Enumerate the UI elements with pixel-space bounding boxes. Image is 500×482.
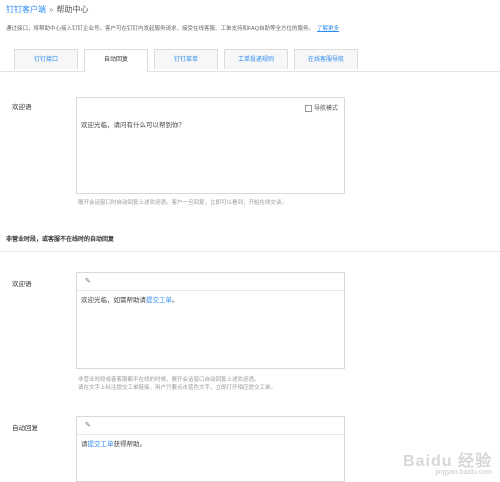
section-divider <box>0 251 500 252</box>
auto-reply-label: 自动回复 <box>12 425 38 432</box>
editor-toolbar: ✎ <box>77 273 344 291</box>
submit-ticket-link[interactable]: 提交工单 <box>146 297 172 304</box>
watermark: Baidu 经验 jingyan.baidu.com <box>403 447 492 476</box>
tab-dingtalk-api[interactable]: 钉钉接口 <box>14 49 78 69</box>
offhours-greeting-post: 。 <box>172 297 179 304</box>
offhours-hint-2: 请在文字上标注提交工单链接，用户只要点击蓝色文字，立即打开相应提交工单。 <box>78 385 277 391</box>
breadcrumb: 钉钉客户端» 帮助中心 <box>6 4 88 15</box>
greeting-text: 欢迎光临，请问有什么可以帮到你？ <box>81 122 185 129</box>
nav-mode-label: 导航模式 <box>313 106 338 112</box>
greeting-hint: 展开会话窗口时自动回复上述欢迎语。客户一旦回复，立即可以看到，开始在线交谈。 <box>78 200 288 206</box>
greeting-label: 欢迎语 <box>12 104 32 111</box>
auto-reply-ticket-link[interactable]: 提交工单 <box>88 441 114 448</box>
learn-more-link[interactable]: 了解更多 <box>317 26 339 32</box>
tab-online-nav[interactable]: 在线客服导航 <box>294 49 358 69</box>
breadcrumb-root-link[interactable]: 钉钉客户端 <box>6 5 46 14</box>
tabs-divider <box>0 71 500 72</box>
breadcrumb-separator: » <box>49 5 54 14</box>
page-description: 通过接口，将帮助中心接入钉钉企业号。客户可在钉钉内发起服务请求，接受在线客服、工… <box>6 24 339 32</box>
offhours-hint-1: 非营业时段或者客服都不在线的时候，展开会话窗口自动回复上述欢迎语。 <box>78 377 260 383</box>
auto-reply-text: 请提交工单获得帮助。 <box>81 438 146 448</box>
greeting-editor[interactable]: 导航模式 欢迎光临，请问有什么可以帮到你？ <box>76 97 345 194</box>
offhours-hint: 非营业时段或者客服都不在线的时候，展开会话窗口自动回复上述欢迎语。 请在文字上标… <box>78 376 276 392</box>
tab-bar: 钉钉接口 自动回复 钉钉菜单 工单投递规则 在线客服导航 <box>14 49 494 72</box>
auto-reply-toolbar: ✎ <box>77 417 344 435</box>
auto-reply-post: 获得帮助。 <box>113 441 147 448</box>
offhours-greeting-editor[interactable]: ✎ 欢迎光临，如需帮助请提交工单。 <box>76 272 345 369</box>
offhours-greeting-text: 欢迎光临，如需帮助请提交工单。 <box>81 294 179 304</box>
link-icon[interactable]: ✎ <box>85 277 91 285</box>
offhours-section-title: 非营业时段，或客服不在线时的自动回复 <box>6 237 115 243</box>
watermark-logo: Baidu 经验 <box>403 453 492 470</box>
offhours-greeting-label: 欢迎语 <box>12 281 32 288</box>
page-title: 帮助中心 <box>56 5 89 14</box>
tab-dingtalk-menu[interactable]: 钉钉菜单 <box>154 49 218 69</box>
nav-mode-checkbox[interactable]: 导航模式 <box>304 103 338 112</box>
tab-ticket-rules[interactable]: 工单投递规则 <box>224 49 288 69</box>
tab-auto-reply[interactable]: 自动回复 <box>84 49 148 72</box>
auto-reply-link-icon[interactable]: ✎ <box>85 421 91 429</box>
checkbox-icon <box>304 104 312 112</box>
description-text: 通过接口，将帮助中心接入钉钉企业号。客户可在钉钉内发起服务请求，接受在线客服、工… <box>6 26 315 32</box>
auto-reply-editor[interactable]: ✎ 请提交工单获得帮助。 <box>76 416 345 482</box>
offhours-greeting-pre: 欢迎光临，如需帮助请 <box>81 297 146 304</box>
